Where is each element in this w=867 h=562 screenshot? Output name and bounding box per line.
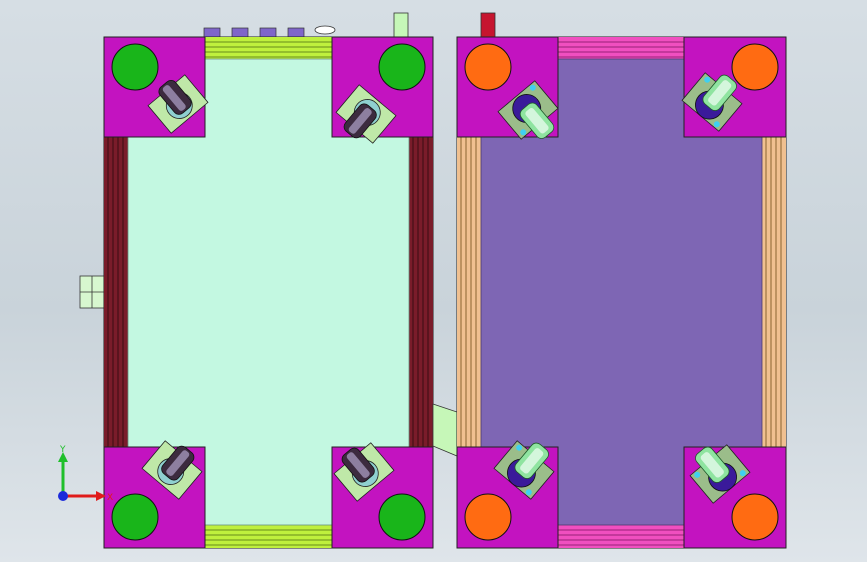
corner-disc: [378, 493, 426, 541]
x-axis-label: X: [107, 493, 113, 503]
right-crossbar-bottom: [558, 525, 684, 548]
right-crossbar-top: [558, 37, 684, 59]
corner-disc: [111, 493, 159, 541]
cart-link-plate: [432, 403, 458, 457]
assembly-scene[interactable]: [0, 0, 867, 562]
left-crossbar-top: [205, 37, 332, 59]
corner-disc: [731, 43, 779, 91]
corner-disc: [378, 43, 426, 91]
corner-disc: [111, 43, 159, 91]
cad-viewport[interactable]: Y X: [0, 0, 867, 562]
top-tab: [480, 12, 496, 38]
left-crossbar-bottom: [205, 525, 332, 548]
origin-dot: [58, 491, 68, 501]
corner-disc: [464, 493, 512, 541]
corner-disc: [731, 493, 779, 541]
top-tab-row: [203, 12, 409, 38]
corner-disc: [464, 43, 512, 91]
left-cart[interactable]: [79, 12, 434, 549]
right-cart[interactable]: [456, 12, 787, 549]
coordinate-triad: Y X: [58, 445, 113, 503]
y-axis-label: Y: [59, 445, 66, 455]
